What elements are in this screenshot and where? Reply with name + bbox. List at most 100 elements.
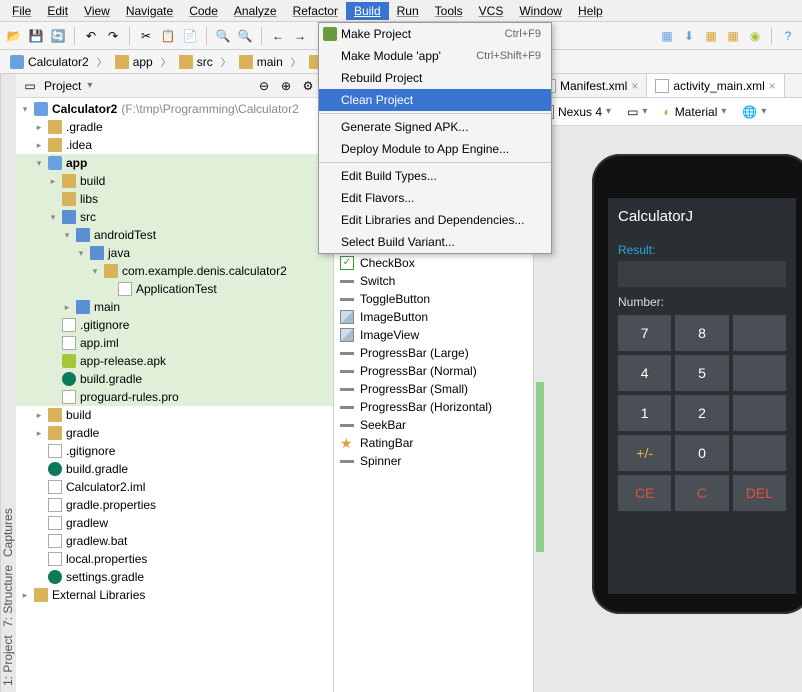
tree-arrow-icon[interactable]: ▾ — [20, 104, 30, 115]
replace-icon[interactable]: 🔍 — [237, 28, 253, 44]
save-icon[interactable]: 💾 — [28, 28, 44, 44]
tree-node[interactable]: ▸.gradle — [16, 118, 333, 136]
tree-node[interactable]: gradlew — [16, 514, 333, 532]
orientation-dropdown[interactable]: ▭▾ — [623, 103, 651, 121]
keypad-key[interactable]: 0 — [675, 435, 728, 471]
keypad-key[interactable] — [733, 435, 786, 471]
ddms-icon[interactable]: ▦ — [703, 28, 719, 44]
undo-icon[interactable]: ↶ — [83, 28, 99, 44]
tree-node[interactable]: .gitignore — [16, 442, 333, 460]
tree-node[interactable]: ▸gradle — [16, 424, 333, 442]
palette-item[interactable]: Spinner — [334, 452, 533, 470]
palette-item[interactable]: Switch — [334, 272, 533, 290]
keypad-key[interactable]: 2 — [675, 395, 728, 431]
tree-arrow-icon[interactable]: ▾ — [34, 158, 44, 169]
menu-item[interactable]: Select Build Variant... — [319, 231, 551, 253]
keypad-key[interactable] — [733, 315, 786, 351]
tree-node[interactable]: ▾app — [16, 154, 333, 172]
breadcrumb-item[interactable]: src — [175, 54, 217, 70]
device-screen[interactable]: CalculatorJ Result: Number: 784512+/-0CE… — [608, 198, 796, 594]
tree-node[interactable]: local.properties — [16, 550, 333, 568]
breadcrumb-item[interactable]: main — [235, 54, 287, 70]
menu-edit[interactable]: Edit — [39, 2, 76, 20]
lint-marker[interactable] — [536, 382, 544, 552]
sdk-icon[interactable]: ⬇ — [681, 28, 697, 44]
palette-item[interactable]: SeekBar — [334, 416, 533, 434]
tree-node[interactable]: .gitignore — [16, 316, 333, 334]
open-icon[interactable]: 📂 — [6, 28, 22, 44]
tree-node[interactable]: ▾Calculator2 (F:\tmp\Programming\Calcula… — [16, 100, 333, 118]
keypad-key[interactable]: DEL — [733, 475, 786, 511]
palette-item[interactable]: ★RatingBar — [334, 434, 533, 452]
tree-node[interactable]: ▸.idea — [16, 136, 333, 154]
menu-run[interactable]: Run — [389, 2, 427, 20]
tree-arrow-icon[interactable]: ▸ — [48, 176, 58, 187]
menu-code[interactable]: Code — [181, 2, 226, 20]
keypad-key[interactable]: +/- — [618, 435, 671, 471]
tree-node[interactable]: ▾java — [16, 244, 333, 262]
keypad-key[interactable]: 4 — [618, 355, 671, 391]
tree-node[interactable]: gradlew.bat — [16, 532, 333, 550]
cut-icon[interactable]: ✂ — [138, 28, 154, 44]
keypad-key[interactable]: 7 — [618, 315, 671, 351]
menu-help[interactable]: Help — [570, 2, 611, 20]
collapse-icon[interactable]: ⊖ — [256, 78, 272, 94]
android-icon[interactable]: ◉ — [747, 28, 763, 44]
palette-item[interactable]: ProgressBar (Large) — [334, 344, 533, 362]
forward-icon[interactable]: → — [292, 28, 308, 44]
gear-icon[interactable]: ⚙ — [300, 78, 316, 94]
tree-arrow-icon[interactable]: ▾ — [48, 212, 58, 223]
tree-node[interactable]: ▸main — [16, 298, 333, 316]
chevron-down-icon[interactable]: ▾ — [87, 80, 92, 91]
tree-node[interactable]: app-release.apk — [16, 352, 333, 370]
tree-node[interactable]: proguard-rules.pro — [16, 388, 333, 406]
palette-item[interactable]: ProgressBar (Normal) — [334, 362, 533, 380]
keypad-key[interactable]: C — [675, 475, 728, 511]
menu-window[interactable]: Window — [511, 2, 570, 20]
avd-icon[interactable]: ▦ — [659, 28, 675, 44]
monitor-icon[interactable]: ▦ — [725, 28, 741, 44]
menu-item[interactable]: Make ProjectCtrl+F9 — [319, 23, 551, 45]
tree-node[interactable]: Calculator2.iml — [16, 478, 333, 496]
tool-window-tab[interactable]: Captures — [1, 509, 16, 558]
target-icon[interactable]: ⊕ — [278, 78, 294, 94]
sync-icon[interactable]: 🔄 — [50, 28, 66, 44]
menu-build[interactable]: Build — [346, 2, 389, 20]
breadcrumb-item[interactable]: Calculator2 — [6, 54, 93, 70]
palette-item[interactable]: ImageView — [334, 326, 533, 344]
menu-navigate[interactable]: Navigate — [118, 2, 181, 20]
tree-arrow-icon[interactable]: ▸ — [20, 590, 30, 601]
copy-icon[interactable]: 📋 — [160, 28, 176, 44]
locale-dropdown[interactable]: 🌐▾ — [738, 103, 770, 121]
keypad-key[interactable] — [733, 395, 786, 431]
tree-node[interactable]: ▾src — [16, 208, 333, 226]
tree-node[interactable]: ▸External Libraries — [16, 586, 333, 604]
menu-item[interactable]: Clean Project — [319, 89, 551, 111]
tree-node[interactable]: settings.gradle — [16, 568, 333, 586]
tree-node[interactable]: ▸build — [16, 172, 333, 190]
tree-arrow-icon[interactable]: ▸ — [34, 410, 44, 421]
menu-vcs[interactable]: VCS — [471, 2, 512, 20]
tree-arrow-icon[interactable]: ▸ — [62, 302, 72, 313]
tool-window-tab[interactable]: 7: Structure — [1, 565, 16, 627]
keypad-key[interactable]: 1 — [618, 395, 671, 431]
menu-item[interactable]: Edit Libraries and Dependencies... — [319, 209, 551, 231]
find-icon[interactable]: 🔍 — [215, 28, 231, 44]
tree-node[interactable]: build.gradle — [16, 370, 333, 388]
result-field[interactable] — [618, 261, 786, 287]
keypad-key[interactable] — [733, 355, 786, 391]
project-tree[interactable]: ▾Calculator2 (F:\tmp\Programming\Calcula… — [16, 98, 333, 692]
tool-window-tab[interactable]: 1: Project — [1, 635, 16, 686]
palette-item[interactable]: ProgressBar (Small) — [334, 380, 533, 398]
menu-analyze[interactable]: Analyze — [226, 2, 285, 20]
menu-item[interactable]: Make Module 'app'Ctrl+Shift+F9 — [319, 45, 551, 67]
tree-node[interactable]: ▾com.example.denis.calculator2 — [16, 262, 333, 280]
tree-node[interactable]: gradle.properties — [16, 496, 333, 514]
tree-node[interactable]: libs — [16, 190, 333, 208]
keypad-key[interactable]: 5 — [675, 355, 728, 391]
palette-item[interactable]: ✓CheckBox — [334, 254, 533, 272]
tree-node[interactable]: ▸build — [16, 406, 333, 424]
close-icon[interactable]: × — [631, 79, 638, 93]
build-menu-dropdown[interactable]: Make ProjectCtrl+F9Make Module 'app'Ctrl… — [318, 22, 552, 254]
tree-node[interactable]: build.gradle — [16, 460, 333, 478]
